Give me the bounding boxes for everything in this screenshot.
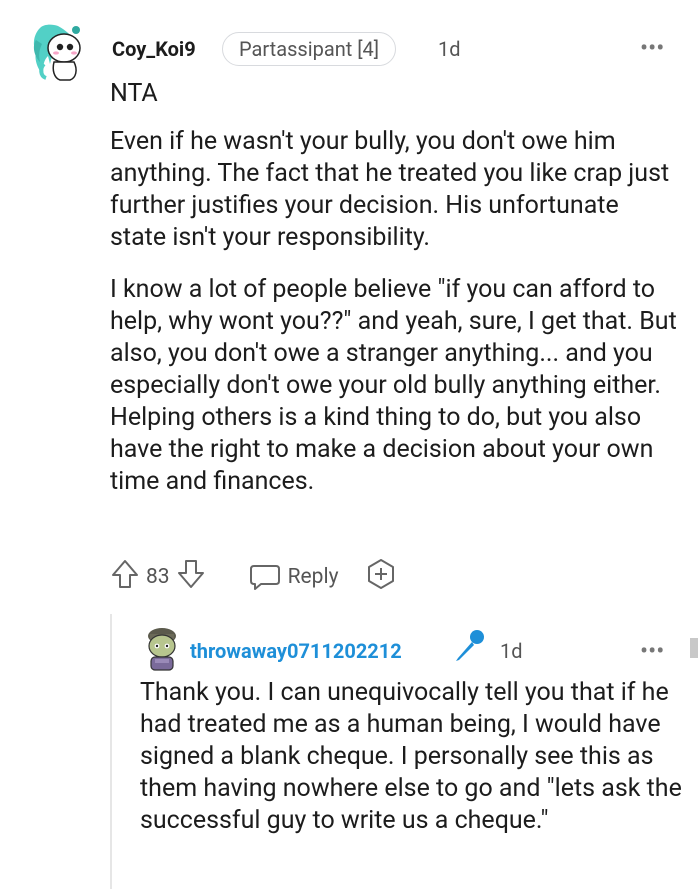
comment-paragraph: Even if he wasn't your bully, you don't … xyxy=(110,127,670,252)
comment-body: NTA Even if he wasn't your bully, you do… xyxy=(110,78,680,518)
comment-age: 1d xyxy=(438,37,461,61)
comment-age: 1d xyxy=(500,639,523,663)
arrow-down-icon xyxy=(177,560,204,588)
avatar[interactable] xyxy=(142,626,182,672)
snoo-avatar-icon xyxy=(148,628,176,671)
thread-line[interactable] xyxy=(110,614,112,889)
more-options-button[interactable]: ••• xyxy=(640,637,664,665)
downvote-button[interactable] xyxy=(176,558,206,596)
reply-body: Thank you. I can unequivocally tell you … xyxy=(140,678,682,835)
speech-bubble-icon xyxy=(249,565,280,590)
op-badge xyxy=(452,628,486,664)
upvote-button[interactable] xyxy=(110,558,140,596)
scrollbar[interactable] xyxy=(690,638,698,658)
op-username[interactable]: throwaway0711202212 xyxy=(190,639,402,663)
username[interactable]: Coy_Koi9 xyxy=(112,37,196,61)
snoo-avatar-icon xyxy=(33,24,81,81)
comment-paragraph: I know a lot of people believe "if you c… xyxy=(110,275,677,496)
vote-score: 83 xyxy=(146,565,170,589)
comment-actions: 83 Reply xyxy=(110,558,397,596)
comment-paragraph: NTA xyxy=(110,79,158,108)
more-options-button[interactable]: ••• xyxy=(640,34,664,62)
reply-label: Reply xyxy=(287,565,339,589)
plus-award-icon xyxy=(367,559,394,589)
arrow-up-icon xyxy=(112,560,138,588)
user-flair-badge: Partassipant [4] xyxy=(222,32,397,66)
microphone-icon xyxy=(456,630,484,661)
reply-button[interactable]: Reply xyxy=(248,562,339,592)
avatar[interactable] xyxy=(30,20,86,82)
award-button[interactable] xyxy=(339,558,397,596)
